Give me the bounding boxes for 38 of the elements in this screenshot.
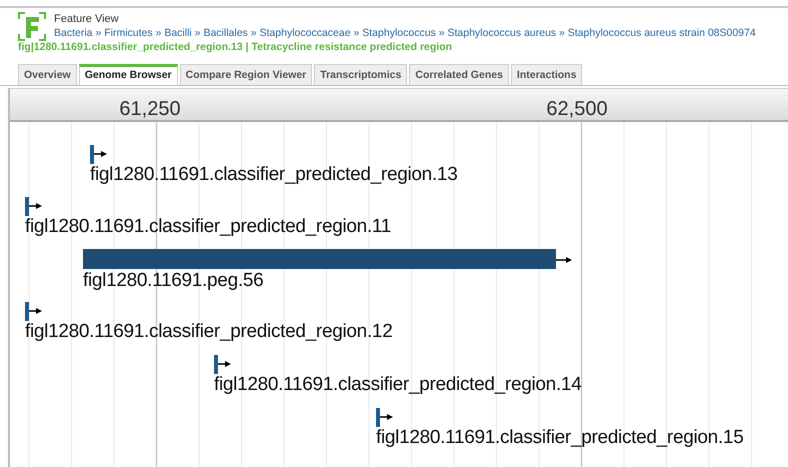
breadcrumb-link[interactable]: Staphylococcus (362, 27, 436, 39)
breadcrumb-separator: » (558, 27, 566, 39)
breadcrumb-link[interactable]: Bacteria (54, 27, 93, 39)
feature-marker[interactable] (25, 302, 42, 321)
breadcrumb-link[interactable]: Firmicutes (104, 27, 153, 39)
breadcrumb-link[interactable]: Staphylococcus aureus strain 08S00974 (568, 27, 756, 39)
tab[interactable]: Genome Browser (78, 64, 178, 85)
ruler-tick-label: 61,250 (119, 97, 181, 122)
breadcrumb-link[interactable]: Bacilli (164, 27, 192, 39)
breadcrumb-link[interactable]: Bacillales (203, 27, 248, 39)
gene-bar[interactable] (83, 249, 572, 269)
feature-label: figl1280.11691.classifier_predicted_region.15 (376, 428, 744, 448)
breadcrumb-separator: » (94, 27, 102, 39)
feature-marker[interactable] (214, 355, 231, 374)
breadcrumb-separator: » (194, 27, 202, 39)
tab[interactable]: Overview (18, 64, 77, 85)
feature-label: figl1280.11691.classifier_predicted_region.11 (25, 217, 392, 237)
feature-marker[interactable] (25, 197, 42, 216)
tab[interactable]: Correlated Genes (409, 64, 509, 85)
logo-icon (18, 12, 46, 41)
view-title: Feature View (54, 12, 120, 26)
breadcrumb-separator: » (154, 27, 162, 39)
tab[interactable]: Transcriptomics (314, 64, 408, 85)
tab[interactable]: Compare Region Viewer (180, 64, 312, 85)
breadcrumb-separator: » (250, 27, 258, 39)
breadcrumb-separator: » (352, 27, 360, 39)
tab[interactable]: Interactions (510, 64, 582, 85)
breadcrumb-link[interactable]: Staphylococcaceae (260, 27, 351, 39)
feature-label: figl1280.11691.classifier_predicted_region.14 (214, 375, 582, 395)
feature-label: figl1280.11691.classifier_predicted_region.12 (25, 322, 392, 342)
feature-marker[interactable] (90, 145, 107, 164)
ruler-tick-label: 62,500 (546, 97, 608, 122)
feature-label: figl1280.11691.classifier_predicted_region.13 (90, 165, 458, 185)
breadcrumb-link[interactable]: Staphylococcus aureus (447, 27, 556, 39)
feature-label: figl1280.11691.peg.56 (83, 271, 264, 291)
feature-marker[interactable] (376, 408, 393, 427)
breadcrumb-separator: » (438, 27, 446, 39)
feature-title: fig|1280.11691.classifier_predicted_region.13 | Tetracycline resistance predicted region (17, 40, 454, 54)
